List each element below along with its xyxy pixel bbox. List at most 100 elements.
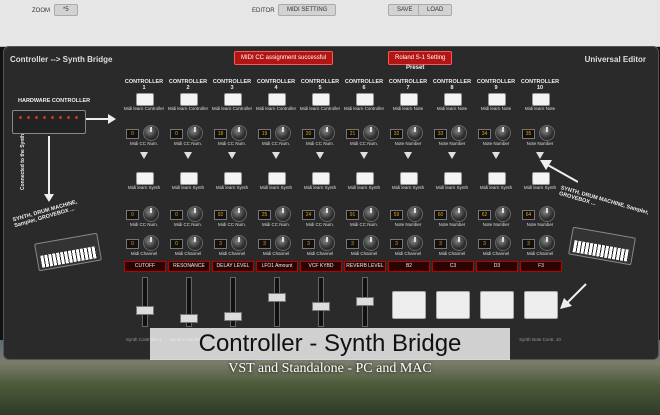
midi-channel-value[interactable]: 0 xyxy=(126,239,139,249)
midi-channel-value[interactable]: 3 xyxy=(390,239,403,249)
midi-channel-knob[interactable] xyxy=(319,235,335,251)
midi-learn-controller-button[interactable] xyxy=(224,93,242,106)
midi-learn-synth-button[interactable] xyxy=(268,172,286,185)
controller-cc-knob[interactable] xyxy=(187,125,203,141)
midi-channel-value[interactable]: 3 xyxy=(346,239,359,249)
controller-cc-value[interactable]: 35 xyxy=(522,129,535,139)
controller-cc-value[interactable]: 20 xyxy=(302,129,315,139)
controller-cc-knob[interactable] xyxy=(231,125,247,141)
controller-cc-value[interactable]: 33 xyxy=(434,129,447,139)
midi-learn-synth-button[interactable] xyxy=(180,172,198,185)
midi-learn-synth-button[interactable] xyxy=(488,172,506,185)
controller-cc-value[interactable]: 0 xyxy=(170,129,183,139)
midi-channel-value[interactable]: 3 xyxy=(434,239,447,249)
synth-cc-knob[interactable] xyxy=(539,206,555,222)
note-pad[interactable] xyxy=(392,291,426,319)
synth-cc-knob[interactable] xyxy=(495,206,511,222)
midi-learn-synth-button[interactable] xyxy=(532,172,550,185)
synth-cc-value[interactable]: 62 xyxy=(478,210,491,220)
synth-cc-value[interactable]: 0 xyxy=(126,210,139,220)
midi-channel-knob[interactable] xyxy=(187,235,203,251)
controller-cc-value[interactable]: 21 xyxy=(346,129,359,139)
controller-cc-label: Midi CC Num. xyxy=(261,141,290,146)
midi-channel-value[interactable]: 3 xyxy=(214,239,227,249)
midi-channel-knob[interactable] xyxy=(407,235,423,251)
midi-channel-value[interactable]: 0 xyxy=(170,239,183,249)
midi-learn-controller-button[interactable] xyxy=(180,93,198,106)
midi-channel-knob[interactable] xyxy=(231,235,247,251)
controller-cc-knob[interactable] xyxy=(363,125,379,141)
synth-cc-knob[interactable] xyxy=(275,206,291,222)
midi-learn-controller-button[interactable] xyxy=(356,93,374,106)
zoom-select[interactable]: *5 xyxy=(54,4,78,16)
controller-cc-value[interactable]: 19 xyxy=(258,129,271,139)
controller-cc-knob[interactable] xyxy=(407,125,423,141)
midi-learn-controller-button[interactable] xyxy=(532,93,550,106)
fader-handle[interactable] xyxy=(356,297,374,306)
controller-cc-knob[interactable] xyxy=(319,125,335,141)
fader-handle[interactable] xyxy=(268,293,286,302)
fader-handle[interactable] xyxy=(224,312,242,321)
synth-cc-value[interactable]: 24 xyxy=(302,210,315,220)
fader-handle[interactable] xyxy=(180,314,198,323)
midi-setting-tab[interactable]: MIDI SETTING xyxy=(278,4,337,16)
midi-learn-synth-button[interactable] xyxy=(312,172,330,185)
editor-tab[interactable]: EDITOR xyxy=(244,6,283,16)
midi-channel-value[interactable]: 3 xyxy=(258,239,271,249)
controller-cc-value[interactable]: 0 xyxy=(126,129,139,139)
controller-cc-knob[interactable] xyxy=(495,125,511,141)
controller-cc-value[interactable]: 32 xyxy=(390,129,403,139)
controller-cc-knob[interactable] xyxy=(143,125,159,141)
save-button[interactable]: SAVE xyxy=(388,4,422,16)
load-button[interactable]: LOAD xyxy=(418,4,453,16)
synth-cc-value[interactable]: 92 xyxy=(214,210,227,220)
midi-channel-knob[interactable] xyxy=(143,235,159,251)
synth-cc-knob[interactable] xyxy=(143,206,159,222)
synth-cc-value[interactable]: 64 xyxy=(522,210,535,220)
fader-handle[interactable] xyxy=(312,302,330,311)
midi-channel-knob[interactable] xyxy=(363,235,379,251)
synth-cc-value[interactable]: 0 xyxy=(170,210,183,220)
synth-cc-knob[interactable] xyxy=(319,206,335,222)
midi-channel-knob[interactable] xyxy=(495,235,511,251)
note-pad[interactable] xyxy=(524,291,558,319)
midi-channel-value[interactable]: 3 xyxy=(522,239,535,249)
synth-cc-knob[interactable] xyxy=(407,206,423,222)
arrow-down-icon xyxy=(316,152,324,159)
midi-learn-synth-button[interactable] xyxy=(444,172,462,185)
preset-select[interactable]: Roland S-1 Setting xyxy=(388,51,453,65)
controller-cc-knob[interactable] xyxy=(451,125,467,141)
midi-learn-controller-button[interactable] xyxy=(444,93,462,106)
note-pad[interactable] xyxy=(480,291,514,319)
midi-learn-controller-button[interactable] xyxy=(488,93,506,106)
midi-learn-controller-button[interactable] xyxy=(312,93,330,106)
fader-handle[interactable] xyxy=(136,306,154,315)
fader-track[interactable] xyxy=(142,277,148,327)
fader-track[interactable] xyxy=(274,277,280,327)
midi-learn-synth-button[interactable] xyxy=(224,172,242,185)
midi-learn-synth-button[interactable] xyxy=(136,172,154,185)
controller-cc-value[interactable]: 34 xyxy=(478,129,491,139)
synth-cc-knob[interactable] xyxy=(363,206,379,222)
midi-channel-knob[interactable] xyxy=(539,235,555,251)
synth-cc-value[interactable]: 25 xyxy=(258,210,271,220)
midi-channel-value[interactable]: 3 xyxy=(302,239,315,249)
controller-cc-knob[interactable] xyxy=(539,125,555,141)
synth-cc-knob[interactable] xyxy=(231,206,247,222)
controller-cc-value[interactable]: 18 xyxy=(214,129,227,139)
midi-learn-controller-button[interactable] xyxy=(136,93,154,106)
synth-cc-value[interactable]: 91 xyxy=(346,210,359,220)
midi-learn-controller-button[interactable] xyxy=(400,93,418,106)
controller-cc-knob[interactable] xyxy=(275,125,291,141)
synth-cc-value[interactable]: 60 xyxy=(434,210,447,220)
midi-learn-synth-button[interactable] xyxy=(400,172,418,185)
synth-cc-knob[interactable] xyxy=(451,206,467,222)
note-pad[interactable] xyxy=(436,291,470,319)
synth-cc-knob[interactable] xyxy=(187,206,203,222)
midi-channel-knob[interactable] xyxy=(275,235,291,251)
synth-cc-value[interactable]: 59 xyxy=(390,210,403,220)
midi-channel-value[interactable]: 3 xyxy=(478,239,491,249)
midi-channel-knob[interactable] xyxy=(451,235,467,251)
midi-learn-synth-button[interactable] xyxy=(356,172,374,185)
midi-learn-controller-button[interactable] xyxy=(268,93,286,106)
